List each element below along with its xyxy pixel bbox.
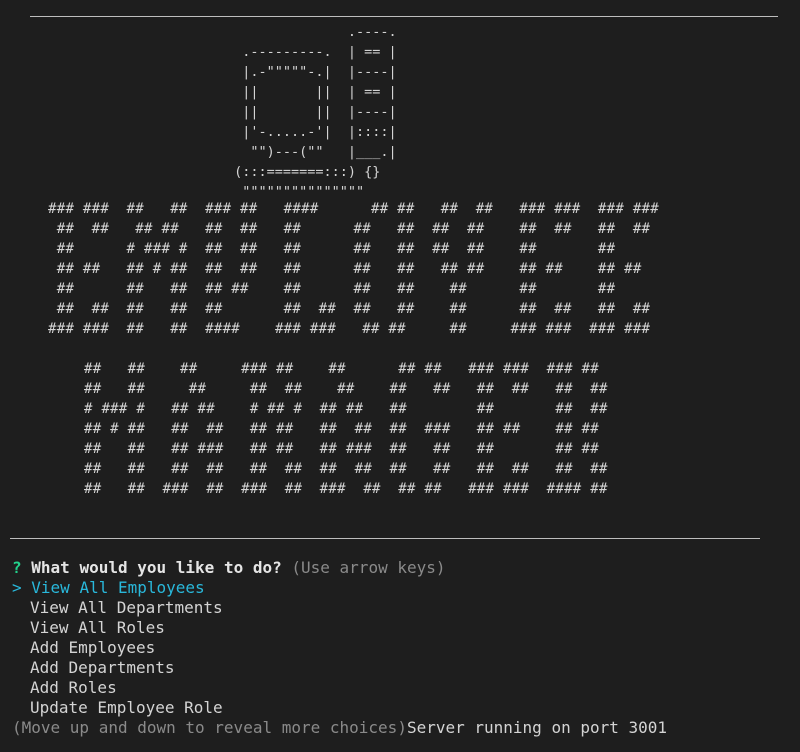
footer-line: (Move up and down to reveal more choices…: [12, 718, 792, 738]
choice-view-all-employees[interactable]: > View All Employees: [12, 578, 792, 598]
choice-view-all-roles[interactable]: View All Roles: [12, 618, 792, 638]
menu-prompt: ? What would you like to do? (Use arrow …: [12, 558, 792, 738]
ascii-banner-employee: ### ### ## ## ### ## #### ## ## ## ## ##…: [48, 201, 660, 337]
arrow-keys-hint: (Use arrow keys): [291, 558, 446, 577]
ascii-banner-manager: ## ## ## ### ## ## ## ## ### ### ### ## …: [84, 361, 608, 497]
more-choices-hint: (Move up and down to reveal more choices…: [12, 718, 407, 737]
selection-caret-icon: >: [12, 578, 22, 597]
choice-view-all-departments[interactable]: View All Departments: [12, 598, 792, 618]
question-line: ? What would you like to do? (Use arrow …: [12, 558, 792, 578]
choice-label: View All Employees: [31, 578, 205, 597]
ascii-computer-art: .----. .---------. | == | |.-"""""-.| |-…: [234, 24, 397, 200]
choice-add-employees[interactable]: Add Employees: [12, 638, 792, 658]
choice-add-roles[interactable]: Add Roles: [12, 678, 792, 698]
choice-add-departments[interactable]: Add Departments: [12, 658, 792, 678]
server-status-message: Server running on port 3001: [406, 718, 668, 737]
top-divider: [30, 16, 778, 17]
question-mark: ?: [12, 558, 22, 577]
question-text: What would you like to do?: [31, 558, 282, 577]
bottom-divider: [10, 538, 760, 539]
choice-update-employee-role[interactable]: Update Employee Role: [12, 698, 792, 718]
terminal-window: .----. .---------. | == | |.-"""""-.| |-…: [0, 0, 800, 752]
